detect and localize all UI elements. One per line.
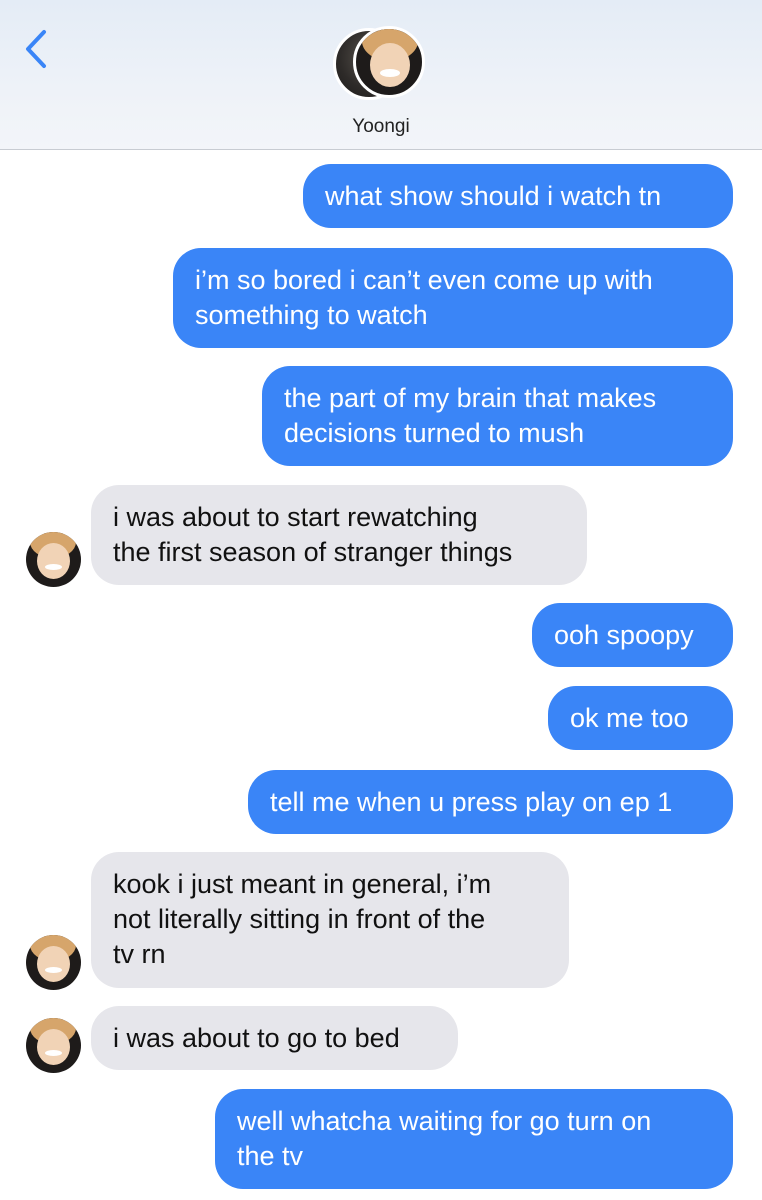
avatar-primary [353, 26, 425, 98]
message-bubble-sent[interactable]: ok me too [548, 686, 733, 750]
message-bubble-sent[interactable]: what show should i watch tn [303, 164, 733, 228]
message-bubble-sent[interactable]: well whatcha waiting for go turn on the … [215, 1089, 733, 1189]
message-bubble-sent[interactable]: ooh spoopy [532, 603, 733, 667]
message-bubble-received[interactable]: kook i just meant in general, i’m not li… [91, 852, 569, 988]
contact-avatar[interactable] [333, 24, 433, 104]
chevron-left-icon [26, 30, 46, 68]
sender-avatar[interactable] [26, 935, 81, 990]
sender-avatar[interactable] [26, 532, 81, 587]
message-bubble-received[interactable]: i was about to start rewatching the firs… [91, 485, 587, 585]
message-bubble-received[interactable]: i was about to go to bed [91, 1006, 458, 1070]
message-bubble-sent[interactable]: tell me when u press play on ep 1 [248, 770, 733, 834]
back-button[interactable] [18, 26, 58, 72]
conversation-header: Yoongi [0, 0, 762, 150]
contact-name[interactable]: Yoongi [0, 116, 762, 138]
message-bubble-sent[interactable]: the part of my brain that makes decision… [262, 366, 733, 466]
message-bubble-sent[interactable]: i’m so bored i can’t even come up with s… [173, 248, 733, 348]
sender-avatar[interactable] [26, 1018, 81, 1073]
